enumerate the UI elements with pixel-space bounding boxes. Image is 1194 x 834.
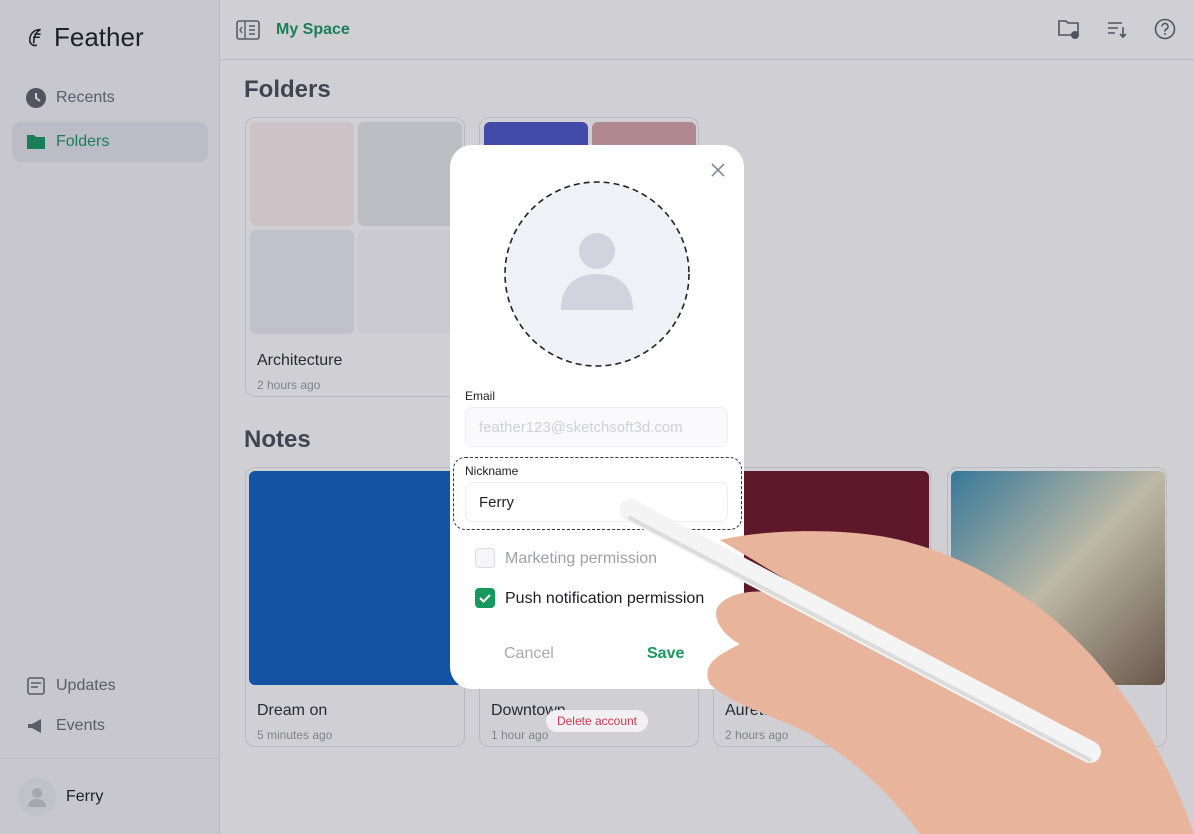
push-checkbox[interactable] [475, 588, 495, 608]
email-field[interactable]: feather123@sketchsoft3d.com [465, 407, 728, 447]
nickname-label: Nickname [465, 464, 519, 478]
email-label: Email [465, 389, 496, 403]
cancel-button[interactable]: Cancel [504, 645, 554, 663]
avatar-upload[interactable] [503, 180, 691, 368]
close-icon[interactable] [710, 162, 726, 178]
marketing-checkbox[interactable] [475, 548, 495, 568]
hand-with-stylus [620, 499, 1194, 834]
check-icon [479, 594, 491, 603]
